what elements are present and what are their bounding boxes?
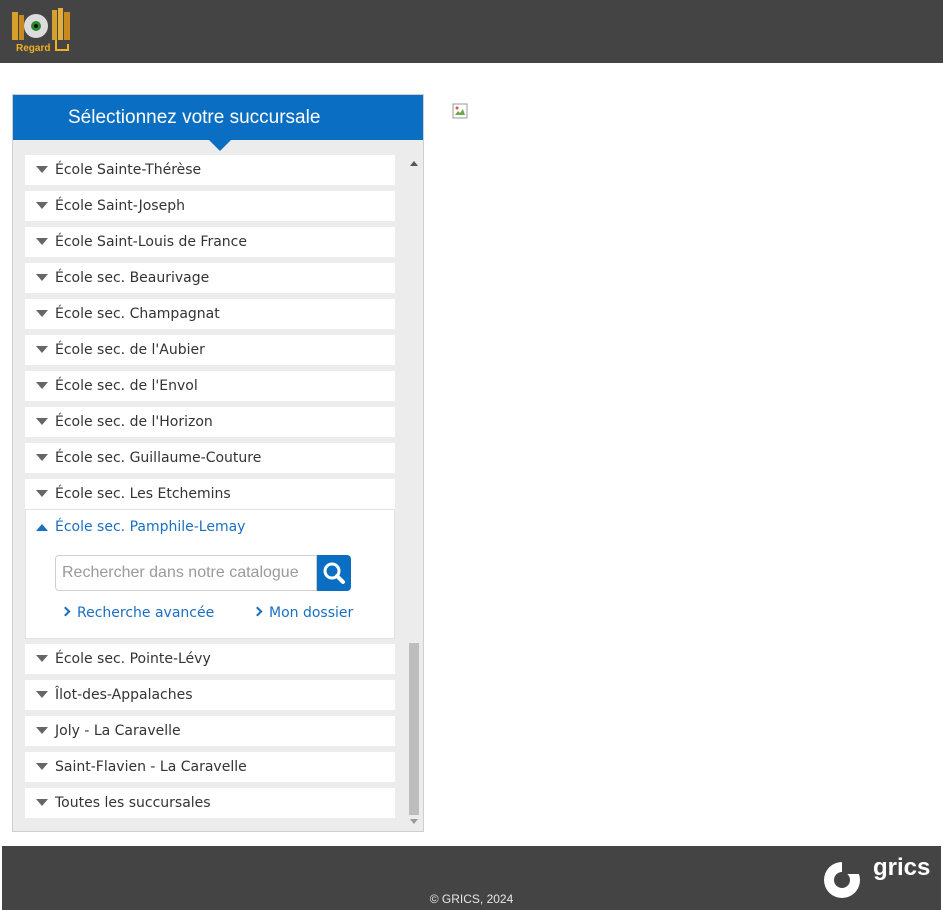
branch-selector-panel: Sélectionnez votre succursale École Sain… xyxy=(12,94,424,832)
chevron-right-icon xyxy=(60,606,71,617)
branch-item[interactable]: École Saint-Joseph xyxy=(25,191,395,221)
branch-item[interactable]: École sec. Beaurivage xyxy=(25,263,395,293)
catalogue-search-input[interactable]: Rechercher dans notre catalogue xyxy=(55,555,317,591)
expand-icon xyxy=(36,490,48,497)
footer: grics © GRICS, 2024 xyxy=(2,846,941,910)
expanded-branch-label[interactable]: École sec. Pamphile-Lemay xyxy=(55,510,245,544)
expand-icon xyxy=(36,454,48,461)
scroll-up-arrow-icon[interactable] xyxy=(410,161,418,166)
branch-item[interactable]: Joly - La Caravelle xyxy=(25,716,395,746)
chevron-right-icon xyxy=(252,606,263,617)
branch-item[interactable]: École Sainte-Thérèse xyxy=(25,155,395,185)
search-icon xyxy=(323,562,345,584)
branch-item[interactable]: École Saint-Louis de France xyxy=(25,227,395,257)
branch-item[interactable]: Îlot-des-Appalaches xyxy=(25,680,395,710)
panel-header-pointer xyxy=(209,140,231,151)
branch-item[interactable]: Toutes les succursales xyxy=(25,788,395,818)
branch-item[interactable]: École sec. de l'Envol xyxy=(25,371,395,401)
collapse-icon[interactable] xyxy=(36,524,48,531)
expand-icon xyxy=(36,238,48,245)
branch-item[interactable]: Saint-Flavien - La Caravelle xyxy=(25,752,395,782)
branch-item[interactable]: École sec. de l'Aubier xyxy=(25,335,395,365)
scrollbar-thumb[interactable] xyxy=(409,643,419,815)
search-button[interactable] xyxy=(317,555,351,591)
branch-item[interactable]: École sec. Les Etchemins xyxy=(25,479,395,509)
expand-icon xyxy=(36,346,48,353)
expand-icon xyxy=(36,727,48,734)
advanced-search-link[interactable]: Recherche avancée xyxy=(60,605,214,621)
branch-item[interactable]: École sec. Champagnat xyxy=(25,299,395,329)
expand-icon xyxy=(36,799,48,806)
grics-brand: grics xyxy=(873,854,931,881)
my-account-link[interactable]: Mon dossier xyxy=(252,605,353,621)
expand-icon xyxy=(36,202,48,209)
branch-item-expanded: École sec. Pamphile-Lemay Rechercher dan… xyxy=(25,509,395,639)
top-header: Regard xyxy=(0,0,943,63)
expand-icon xyxy=(36,655,48,662)
expand-icon xyxy=(36,274,48,281)
expand-icon xyxy=(36,763,48,770)
broken-image-icon xyxy=(452,103,468,119)
expand-icon xyxy=(36,382,48,389)
logo-text: Regard xyxy=(16,43,51,54)
expand-icon xyxy=(36,418,48,425)
expand-icon xyxy=(36,310,48,317)
list-scrollbar[interactable] xyxy=(407,155,421,831)
branch-list: École Sainte-Thérèse École Saint-Joseph … xyxy=(25,155,395,821)
branch-item[interactable]: École sec. Guillaume-Couture xyxy=(25,443,395,473)
scroll-down-arrow-icon[interactable] xyxy=(410,819,418,824)
branch-item[interactable]: École sec. Pointe-Lévy xyxy=(25,644,395,674)
expand-icon xyxy=(36,166,48,173)
expand-icon xyxy=(36,691,48,698)
copyright-text: © GRICS, 2024 xyxy=(429,892,514,906)
panel-title: Sélectionnez votre succursale xyxy=(13,95,423,140)
branch-item[interactable]: École sec. de l'Horizon xyxy=(25,407,395,437)
